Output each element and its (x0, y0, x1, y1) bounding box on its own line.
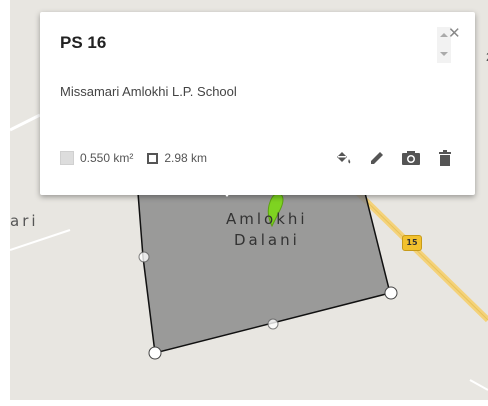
measurements: 0.550 km² 2.98 km (60, 151, 207, 165)
area-icon (60, 151, 74, 165)
pencil-icon[interactable] (360, 146, 394, 170)
perimeter-icon (147, 152, 159, 164)
perimeter-value: 2.98 km (164, 151, 208, 165)
trash-icon[interactable] (428, 146, 462, 170)
map-place-label: Amlokhi (226, 210, 308, 228)
camera-icon[interactable] (394, 146, 428, 170)
close-icon[interactable]: ✕ (448, 24, 461, 42)
card-title: PS 16 (60, 33, 107, 52)
card-description: Missamari Amlokhi L.P. School (60, 84, 237, 99)
road-shield: 15 (402, 235, 422, 251)
area-value: 0.550 km² (80, 151, 134, 165)
road (10, 229, 71, 251)
scroll-up-arrow[interactable] (440, 33, 448, 37)
midpoint-handle (267, 318, 279, 330)
map-place-label: Dalani (234, 231, 300, 249)
card-pointer (216, 183, 238, 197)
road (469, 379, 488, 391)
vertex-handle (148, 346, 162, 360)
midpoint-handle (138, 251, 150, 263)
card-toolbar (326, 146, 462, 170)
map-place-label: ari (10, 212, 39, 230)
scroll-down-arrow[interactable] (440, 52, 448, 56)
road (10, 113, 41, 132)
paint-bucket-icon[interactable] (326, 146, 360, 170)
info-card: PS 16 ✕ Missamari Amlokhi L.P. School 0.… (40, 12, 475, 195)
vertex-handle (384, 286, 398, 300)
